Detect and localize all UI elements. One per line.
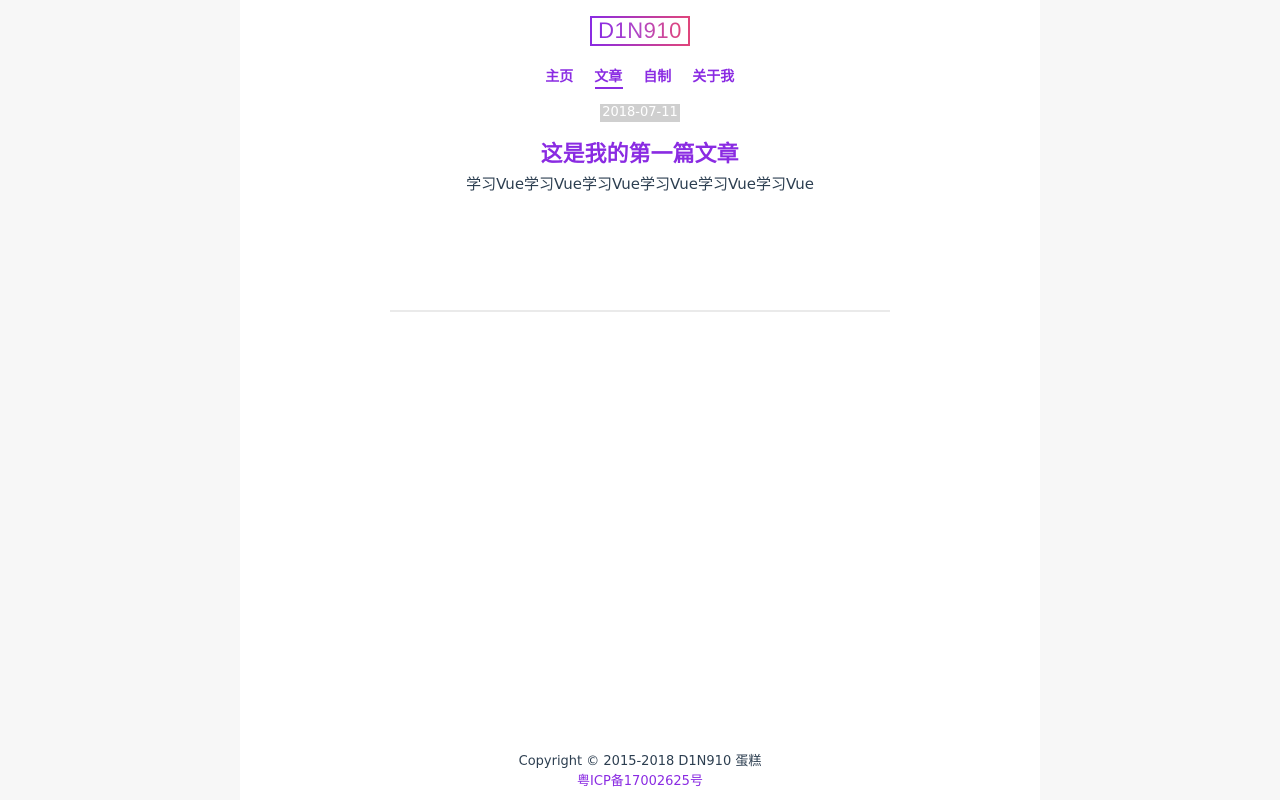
site-logo[interactable]: D1N910: [590, 16, 690, 46]
post-summary: 学习Vue学习Vue学习Vue学习Vue学习Vue学习Vue: [466, 175, 814, 193]
post-divider: [390, 310, 890, 312]
nav-item-home[interactable]: 主页: [546, 66, 574, 89]
page-container: D1N910 主页 文章 自制 关于我 2018-07-11 这是我的第一篇文章…: [240, 0, 1040, 800]
nav-item-about[interactable]: 关于我: [693, 66, 735, 89]
icp-link[interactable]: 粤ICP备17002625号: [577, 772, 703, 792]
copyright-text: Copyright © 2015-2018 D1N910 蛋糕: [518, 754, 762, 769]
nav-item-articles[interactable]: 文章: [594, 66, 623, 89]
post-date: 2018-07-11: [600, 104, 680, 122]
main-nav: 主页 文章 自制 关于我: [240, 66, 1040, 89]
site-footer: Copyright © 2015-2018 D1N910 蛋糕 粤ICP备170…: [240, 752, 1040, 792]
nav-item-creations[interactable]: 自制: [644, 66, 672, 89]
logo-text[interactable]: D1N910: [598, 18, 682, 44]
post-title[interactable]: 这是我的第一篇文章: [240, 140, 1040, 170]
